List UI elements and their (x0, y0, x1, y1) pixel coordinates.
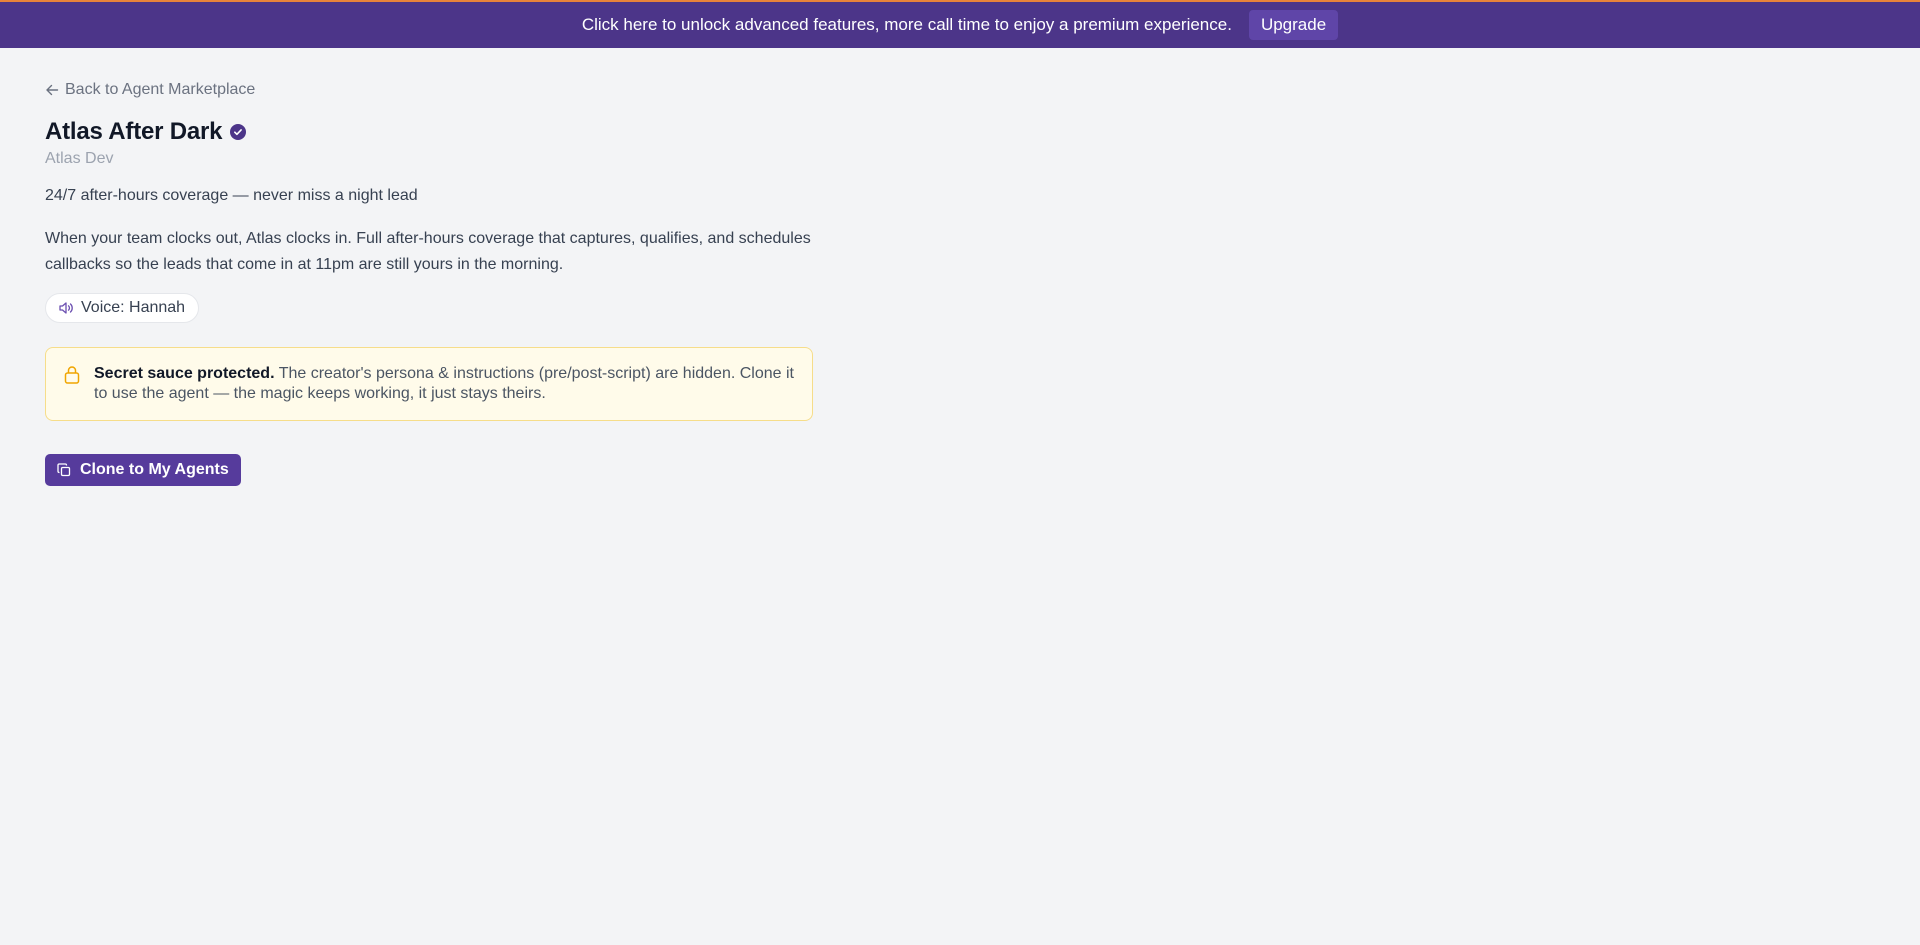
banner-message[interactable]: Click here to unlock advanced features, … (582, 15, 1232, 35)
back-link-label: Back to Agent Marketplace (65, 81, 256, 98)
copy-icon (57, 463, 71, 477)
agent-description: When your team clocks out, Atlas clocks … (45, 230, 811, 273)
clone-to-my-agents-button[interactable]: Clone to My Agents (45, 454, 241, 486)
protection-notice: Secret sauce protected. The creator's pe… (45, 347, 813, 421)
notice-heading: Secret sauce protected. (94, 365, 275, 382)
upgrade-banner[interactable]: Click here to unlock advanced features, … (0, 2, 1920, 48)
voice-badge: Voice: Hannah (45, 293, 200, 323)
speaker-icon (59, 302, 73, 314)
voice-label: Voice: Hannah (81, 299, 186, 316)
arrow-left-icon (46, 84, 59, 96)
clone-button-label: Clone to My Agents (80, 461, 229, 478)
agent-detail: Back to Agent Marketplace Atlas After Da… (45, 78, 825, 486)
upgrade-button[interactable]: Upgrade (1248, 10, 1339, 40)
notice-text: Secret sauce protected. The creator's pe… (94, 364, 794, 404)
page-title: Atlas After Dark (45, 118, 223, 145)
back-to-marketplace-link[interactable]: Back to Agent Marketplace (45, 78, 255, 102)
title-row: Atlas After Dark (45, 118, 825, 146)
agent-tagline: 24/7 after-hours coverage — never miss a… (45, 187, 418, 204)
verified-badge-icon (230, 124, 247, 140)
lock-icon (64, 366, 80, 384)
creator-name: Atlas Dev (45, 150, 114, 167)
